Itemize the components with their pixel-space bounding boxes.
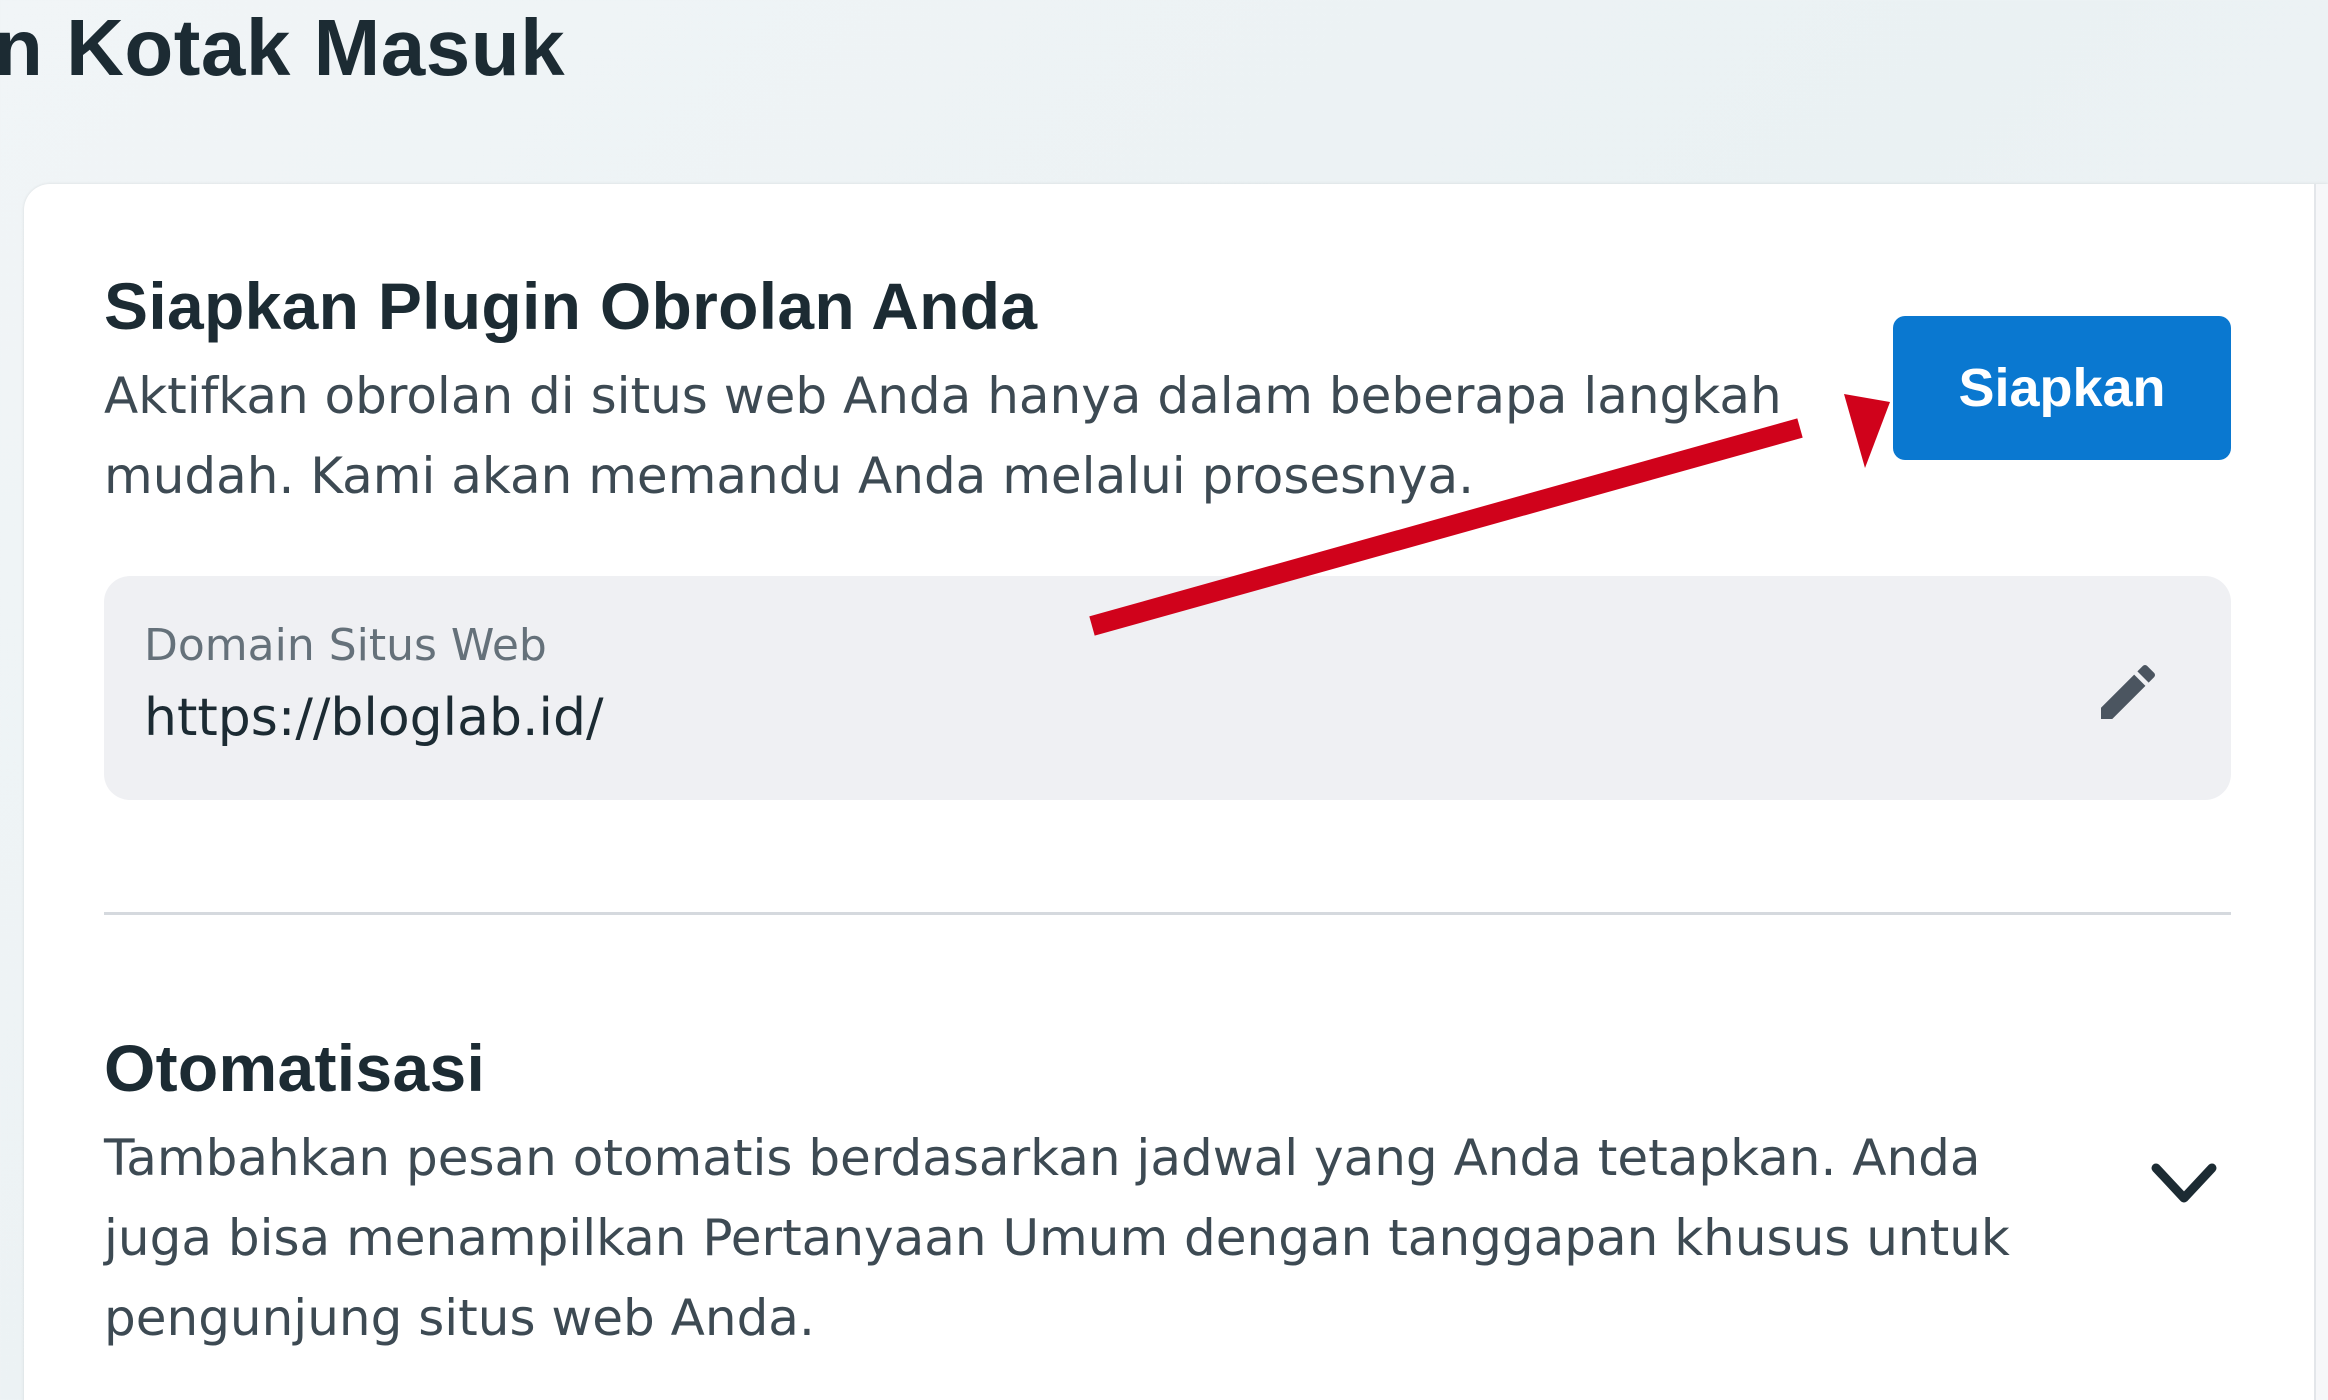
domain-field-label: Domain Situs Web xyxy=(144,620,547,671)
automation-section-description: Tambahkan pesan otomatis berdasarkan jad… xyxy=(104,1129,2010,1347)
setup-button[interactable]: Siapkan xyxy=(1893,316,2231,460)
scrollbar[interactable] xyxy=(2314,184,2328,1400)
pencil-icon[interactable] xyxy=(2092,656,2164,728)
section-divider xyxy=(104,912,2231,915)
automation-section-title: Otomatisasi xyxy=(104,1031,486,1105)
website-domain-field: Domain Situs Web https://bloglab.id/ xyxy=(104,576,2231,800)
domain-field-value: https://bloglab.id/ xyxy=(144,688,604,748)
chat-plugin-section-description: Aktifkan obrolan di situs web Anda hanya… xyxy=(104,367,1782,505)
chat-plugin-section-title: Siapkan Plugin Obrolan Anda xyxy=(104,269,1038,343)
page-title: n Kotak Masuk xyxy=(0,3,566,92)
chevron-down-icon[interactable] xyxy=(2146,1154,2222,1214)
